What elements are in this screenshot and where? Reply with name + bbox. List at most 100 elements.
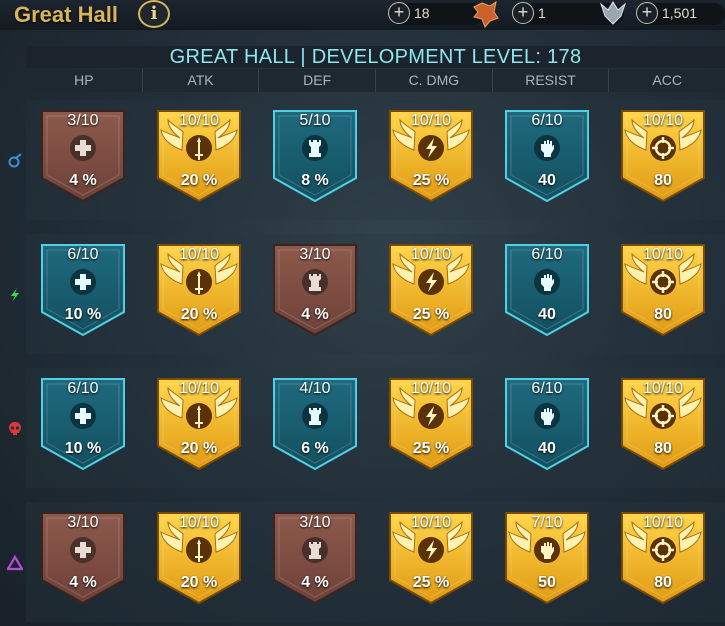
void-def-badge[interactable]: 3/10 4 % <box>268 510 362 606</box>
hall-title: GREAT HALL | DEVELOPMENT LEVEL: 178 <box>169 46 582 68</box>
badge-level: 6/10 <box>67 246 99 263</box>
badge-level: 3/10 <box>67 112 99 129</box>
badge-value: 4 % <box>69 574 97 591</box>
badge-level: 4/10 <box>299 380 331 397</box>
badge-level: 3/10 <box>299 246 331 263</box>
badge-value: 40 <box>538 306 556 323</box>
badge-value: 25 % <box>412 574 450 591</box>
badge-value: 20 % <box>180 440 218 457</box>
badge-value: 25 % <box>412 440 450 457</box>
resource-red-gem: + 18 <box>388 1 430 25</box>
badge-value: 4 % <box>301 574 329 591</box>
sword-icon <box>186 135 212 161</box>
crosshair-icon <box>650 269 676 295</box>
void-resist-badge[interactable]: 7/10 50 <box>500 510 594 606</box>
magic-atk-badge[interactable]: 10/10 20 % <box>152 108 246 204</box>
lightning-icon <box>418 269 444 295</box>
sword-icon <box>186 537 212 563</box>
magic-def-badge[interactable]: 5/10 8 % <box>268 108 362 204</box>
badge-value: 4 % <box>301 306 329 323</box>
fist-icon <box>534 403 560 429</box>
badge-value: 20 % <box>180 172 218 189</box>
badge-level: 10/10 <box>178 380 220 397</box>
lightning-icon <box>418 403 444 429</box>
badge-value: 25 % <box>412 172 450 189</box>
add-silver-medal-button[interactable]: + <box>512 2 534 24</box>
void-crit-damage-badge[interactable]: 10/10 25 % <box>384 510 478 606</box>
badge-level: 7/10 <box>531 514 563 531</box>
spirit-hp-badge[interactable]: 6/10 10 % <box>36 242 130 338</box>
force-crit-damage-badge[interactable]: 10/10 25 % <box>384 376 478 472</box>
badge-value: 40 <box>538 172 556 189</box>
lightning-icon <box>418 135 444 161</box>
badge-value: 10 % <box>64 306 102 323</box>
health-cross-icon <box>70 135 96 161</box>
magic-accuracy-badge[interactable]: 10/10 80 <box>616 108 710 204</box>
force-affinity-icon <box>9 422 21 435</box>
spirit-accuracy-badge[interactable]: 10/10 80 <box>616 242 710 338</box>
add-red-gem-button[interactable]: + <box>388 2 410 24</box>
badge-level: 10/10 <box>178 514 220 531</box>
badge-value: 10 % <box>64 440 102 457</box>
badge-level: 6/10 <box>531 112 563 129</box>
add-gold-medal-button[interactable]: + <box>636 2 658 24</box>
magic-affinity-icon <box>8 153 22 168</box>
badge-level: 5/10 <box>299 112 331 129</box>
spirit-atk-badge[interactable]: 10/10 20 % <box>152 242 246 338</box>
red-gem-icon <box>473 0 499 28</box>
badge-value: 40 <box>538 440 556 457</box>
magic-hp-badge[interactable]: 3/10 4 % <box>36 108 130 204</box>
gold-medal-amount: 1,501 <box>662 5 698 21</box>
badge-value: 80 <box>654 172 672 189</box>
column-header-acc: ACC <box>652 72 682 88</box>
badge-level: 6/10 <box>531 246 563 263</box>
lightning-icon <box>418 537 444 563</box>
badge-value: 80 <box>654 306 672 323</box>
spirit-crit-damage-badge[interactable]: 10/10 25 % <box>384 242 478 338</box>
badge-level: 10/10 <box>642 112 684 129</box>
spirit-def-badge[interactable]: 3/10 4 % <box>268 242 362 338</box>
silver-medal-icon <box>599 1 627 25</box>
health-cross-icon <box>70 403 96 429</box>
badge-value: 50 <box>538 574 556 591</box>
fist-icon <box>534 537 560 563</box>
force-accuracy-badge[interactable]: 10/10 80 <box>616 376 710 472</box>
badge-value: 8 % <box>301 172 329 189</box>
health-cross-icon <box>70 537 96 563</box>
column-headers: HP ATK DEF C. DMG RESIST ACC <box>26 69 725 92</box>
void-accuracy-badge[interactable]: 10/10 80 <box>616 510 710 606</box>
badge-level: 3/10 <box>67 514 99 531</box>
tower-icon <box>302 403 328 429</box>
column-header-hp: HP <box>26 69 143 92</box>
tower-icon <box>302 135 328 161</box>
badge-level: 10/10 <box>642 514 684 531</box>
badge-level: 10/10 <box>410 112 452 129</box>
spirit-affinity-icon <box>11 288 19 302</box>
window-title: Great Hall <box>14 2 118 27</box>
badge-value: 4 % <box>69 172 97 189</box>
badge-level: 6/10 <box>67 380 99 397</box>
force-atk-badge[interactable]: 10/10 20 % <box>152 376 246 472</box>
info-button[interactable]: i <box>138 0 170 28</box>
force-def-badge[interactable]: 4/10 6 % <box>268 376 362 472</box>
badge-level: 10/10 <box>410 380 452 397</box>
spirit-resist-badge[interactable]: 6/10 40 <box>500 242 594 338</box>
force-hp-badge[interactable]: 6/10 10 % <box>36 376 130 472</box>
sword-icon <box>186 269 212 295</box>
crosshair-icon <box>650 537 676 563</box>
void-atk-badge[interactable]: 10/10 20 % <box>152 510 246 606</box>
magic-crit-damage-badge[interactable]: 10/10 25 % <box>384 108 478 204</box>
force-resist-badge[interactable]: 6/10 40 <box>500 376 594 472</box>
red-gem-amount: 18 <box>414 5 430 21</box>
sword-icon <box>186 403 212 429</box>
resource-silver-medal: + 1 <box>512 1 546 25</box>
badge-level: 10/10 <box>178 112 220 129</box>
column-header-resist: RESIST <box>493 69 610 92</box>
tower-icon <box>302 537 328 563</box>
resource-gold-medal: + 1,501 <box>636 1 697 25</box>
magic-resist-badge[interactable]: 6/10 40 <box>500 108 594 204</box>
void-hp-badge[interactable]: 3/10 4 % <box>36 510 130 606</box>
badge-level: 10/10 <box>178 246 220 263</box>
column-header-atk: ATK <box>143 69 260 92</box>
void-affinity-icon <box>7 555 23 571</box>
